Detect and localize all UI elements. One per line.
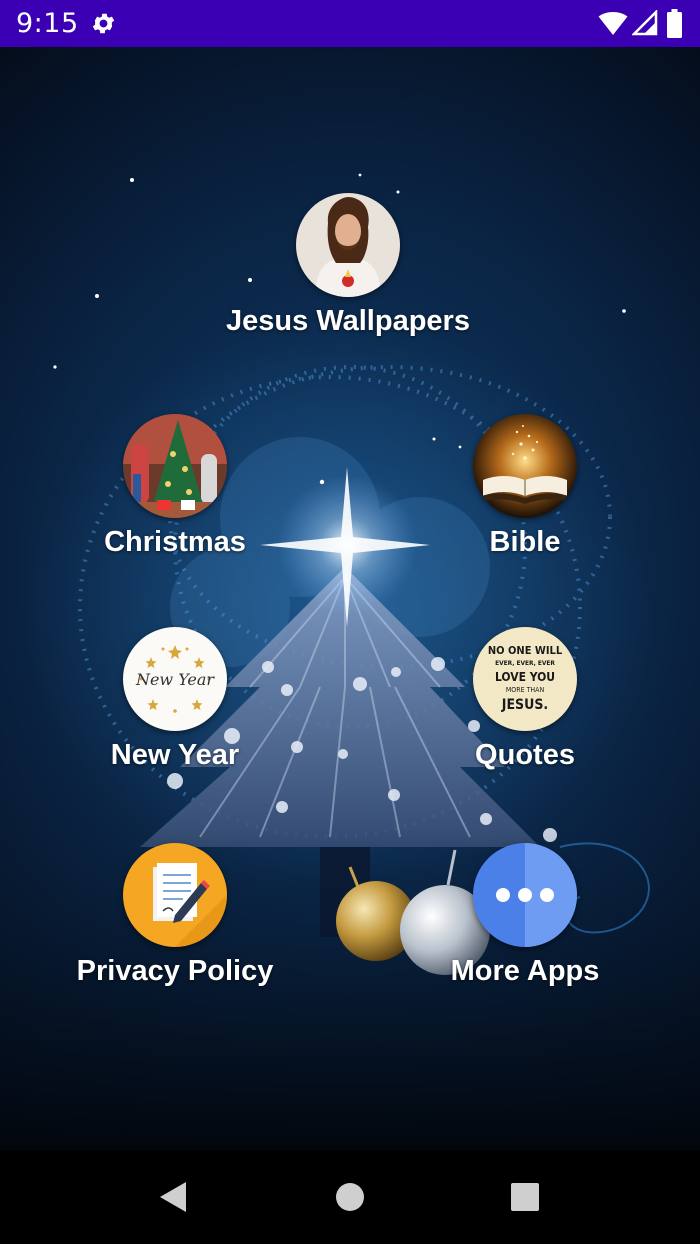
menu-label: Christmas: [104, 526, 246, 558]
quote-line-2: EVER, EVER, EVER: [495, 659, 555, 667]
open-bible-icon[interactable]: [473, 414, 577, 518]
menu-label: Privacy Policy: [76, 955, 274, 987]
signal-icon: [632, 10, 658, 36]
status-bar: 9:15: [0, 0, 700, 47]
quote-line-5: JESUS.: [501, 697, 548, 713]
menu-item-bible[interactable]: Bible: [425, 414, 625, 559]
recents-icon[interactable]: [510, 1180, 540, 1214]
back-icon[interactable]: [158, 1180, 190, 1214]
menu-label: New Year: [110, 739, 240, 771]
quote-line-4: MORE THAN: [506, 686, 545, 694]
menu-label: Quotes: [475, 739, 575, 771]
menu-item-christmas[interactable]: Christmas: [75, 414, 275, 559]
home-icon[interactable]: [335, 1180, 365, 1214]
navigation-bar: [0, 1150, 700, 1244]
menu-item-jesus-wallpapers[interactable]: Jesus Wallpapers: [198, 193, 498, 338]
christmas-tree-photo-icon[interactable]: [123, 414, 227, 518]
menu-label: More Apps: [450, 955, 600, 987]
home-screen: Jesus Wallpapers Christmas Bible New Yea…: [0, 47, 700, 1150]
document-pen-icon[interactable]: [123, 843, 227, 947]
quote-line-1: NO ONE WILL: [488, 644, 563, 657]
new-year-card-text: New Year: [135, 670, 215, 689]
more-dots-icon[interactable]: [473, 843, 577, 947]
new-year-card-icon[interactable]: New Year: [123, 627, 227, 731]
wifi-icon: [598, 12, 628, 35]
menu-label: Bible: [489, 526, 561, 558]
menu-item-quotes[interactable]: NO ONE WILL EVER, EVER, EVER LOVE YOU MO…: [425, 627, 625, 772]
menu-item-privacy-policy[interactable]: Privacy Policy: [50, 843, 300, 988]
quote-card-icon[interactable]: NO ONE WILL EVER, EVER, EVER LOVE YOU MO…: [473, 627, 577, 731]
quote-line-3: LOVE YOU: [495, 670, 555, 684]
menu-item-more-apps[interactable]: More Apps: [425, 843, 625, 988]
menu-label: Jesus Wallpapers: [226, 305, 470, 337]
status-time: 9:15: [16, 8, 79, 39]
battery-icon: [667, 9, 682, 38]
gear-icon: [92, 13, 115, 34]
menu-item-new-year[interactable]: New Year New Year: [75, 627, 275, 772]
jesus-portrait-icon[interactable]: [296, 193, 400, 297]
